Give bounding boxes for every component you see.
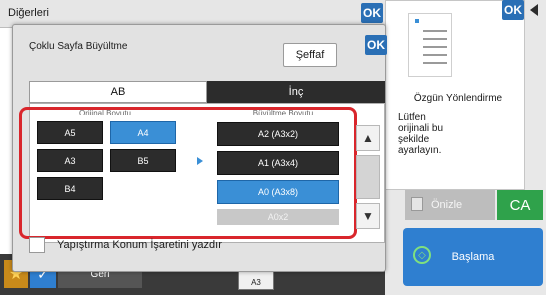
arrow-right-icon: [197, 157, 203, 165]
multi-page-enlargement-dialog: Çoklu Sayfa Büyültme Şeffaf OK AB İnç Or…: [12, 24, 387, 272]
preview-icon: [411, 197, 423, 211]
original-size-a3[interactable]: A3: [37, 149, 103, 172]
header-title: Diğerleri: [8, 7, 49, 19]
original-size-b5[interactable]: B5: [110, 149, 176, 172]
enlarge-size-a0[interactable]: A0 (A3x8): [217, 180, 339, 204]
original-size-a5[interactable]: A5: [37, 121, 103, 144]
right-panel: Özgün Yönlendirme Lütfen orijinali bu şe…: [385, 0, 546, 295]
start-icon: ◇: [413, 246, 431, 264]
enlarge-size-a1[interactable]: A1 (A3x4): [217, 151, 339, 175]
orientation-title: Özgün Yönlendirme: [413, 93, 503, 104]
start-label: Başlama: [451, 251, 495, 263]
ca-button[interactable]: CA: [497, 190, 543, 220]
document-preview-icon: [408, 13, 452, 77]
paper-tray-label: A3: [251, 278, 261, 287]
original-size-label: Orijinal Boyutu: [78, 109, 132, 115]
scrollbar-track[interactable]: [356, 155, 380, 199]
print-marks-checkbox[interactable]: [29, 237, 45, 253]
tab-ab[interactable]: AB: [29, 81, 207, 103]
transparent-button[interactable]: Şeffaf: [283, 43, 337, 67]
header-ok-button[interactable]: OK: [361, 3, 383, 23]
enlarge-size-a2[interactable]: A2 (A3x2): [217, 122, 339, 146]
orientation-corner-icon: [415, 19, 419, 23]
collapse-arrow-icon[interactable]: [530, 4, 538, 16]
enlarge-size-a0x2: A0x2: [217, 209, 339, 225]
scroll-down-button[interactable]: ▼: [356, 203, 380, 229]
dialog-title: Çoklu Sayfa Büyültme: [29, 41, 128, 52]
preview-label: Önizle: [431, 199, 463, 211]
scroll-up-button[interactable]: ▲: [356, 125, 380, 151]
orientation-instruction: Lütfen orijinali bu şekilde ayarlayın.: [398, 112, 444, 156]
dialog-ok-button[interactable]: OK: [365, 35, 387, 55]
print-marks-label: Yapıştırma Konum İşaretini yazdır: [57, 239, 222, 251]
tab-inch[interactable]: İnç: [207, 81, 385, 103]
original-size-a4[interactable]: A4: [110, 121, 176, 144]
orientation-panel: Özgün Yönlendirme Lütfen orijinali bu şe…: [385, 0, 525, 190]
original-size-b4[interactable]: B4: [37, 177, 103, 200]
orientation-ok-button[interactable]: OK: [502, 0, 524, 20]
enlarge-size-label: Büyültme Boyutu: [252, 109, 314, 115]
